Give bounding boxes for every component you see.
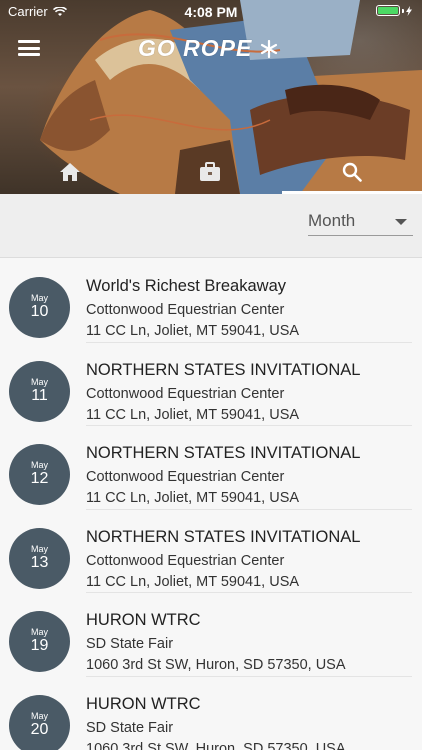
period-dropdown[interactable]: Month: [308, 210, 413, 236]
home-icon: [60, 163, 80, 181]
logo-text: GO ROPE: [138, 35, 253, 61]
clock: 4:08 PM: [184, 4, 238, 20]
hamburger-menu-icon[interactable]: [18, 40, 40, 56]
event-row[interactable]: May 11 NORTHERN STATES INVITATIONAL Cott…: [0, 343, 422, 427]
chevron-down-icon: [395, 219, 407, 225]
date-day: 19: [30, 637, 49, 654]
briefcase-icon: [200, 162, 220, 181]
status-bar: Carrier 4:08 PM: [0, 0, 422, 22]
event-title: World's Richest Breakaway: [86, 277, 286, 295]
date-day: 11: [31, 386, 48, 404]
date-day: 20: [30, 720, 49, 738]
tab-bar: [0, 150, 422, 194]
date-month: May: [30, 710, 48, 721]
event-row[interactable]: May 12 NORTHERN STATES INVITATIONAL Cott…: [0, 426, 422, 510]
event-row[interactable]: May 10 World's Richest Breakaway Cottonw…: [0, 259, 422, 343]
event-address: 11 CC Ln, Joliet, MT 59041, USA: [86, 406, 300, 423]
event-venue: SD State Fair: [86, 636, 174, 652]
event-venue: Cottonwood Equestrian Center: [86, 385, 285, 402]
date-badge: May 20: [9, 694, 70, 750]
event-title: HURON WTRC: [86, 611, 201, 629]
date-day: 10: [30, 303, 49, 320]
event-venue: Cottonwood Equestrian Center: [86, 469, 285, 485]
date-month: May: [30, 627, 48, 637]
app-logo: GO ROPE: [138, 35, 278, 62]
filter-bar: Month: [0, 194, 422, 258]
event-venue: Cottonwood Equestrian Center: [86, 552, 285, 569]
tab-events[interactable]: [185, 150, 235, 194]
date-month: May: [30, 543, 48, 554]
tab-search[interactable]: [282, 150, 422, 194]
date-day: 12: [30, 470, 49, 487]
date-badge: May 13: [9, 527, 70, 589]
date-badge: May 11: [9, 360, 70, 422]
date-month: May: [30, 376, 48, 387]
tab-home[interactable]: [45, 150, 95, 194]
date-month: May: [30, 293, 48, 303]
charging-bolt-icon: [406, 5, 412, 16]
star-icon: [260, 39, 277, 59]
event-address: 11 CC Ln, Joliet, MT 59041, USA: [86, 490, 300, 506]
header-banner: Carrier 4:08 PM GO ROPE: [0, 0, 422, 194]
period-dropdown-value: Month: [308, 211, 356, 230]
event-venue: SD State Fair: [86, 719, 174, 736]
event-address: 1060 3rd St SW, Huron, SD 57350, USA: [86, 657, 346, 673]
date-badge: May 19: [9, 611, 70, 672]
event-row[interactable]: May 13 NORTHERN STATES INVITATIONAL Cott…: [0, 510, 422, 594]
event-row[interactable]: May 19 HURON WTRC SD State Fair 1060 3rd…: [0, 593, 422, 677]
event-title: NORTHERN STATES INVITATIONAL: [86, 444, 361, 462]
event-title: NORTHERN STATES INVITATIONAL: [86, 360, 361, 379]
date-month: May: [30, 460, 48, 470]
event-list: May 10 World's Richest Breakaway Cottonw…: [0, 259, 422, 750]
event-row[interactable]: May 20 HURON WTRC SD State Fair 1060 3rd…: [0, 677, 422, 750]
event-address: 1060 3rd St SW, Huron, SD 57350, USA: [86, 740, 346, 750]
event-title: HURON WTRC: [86, 694, 201, 713]
date-badge: May 10: [9, 277, 70, 338]
event-address: 11 CC Ln, Joliet, MT 59041, USA: [86, 323, 300, 339]
event-title: NORTHERN STATES INVITATIONAL: [86, 527, 361, 546]
search-icon: [342, 162, 362, 182]
event-address: 11 CC Ln, Joliet, MT 59041, USA: [86, 573, 300, 590]
date-badge: May 12: [9, 444, 70, 505]
event-venue: Cottonwood Equestrian Center: [86, 302, 285, 318]
date-day: 13: [30, 553, 49, 571]
battery-icon: [376, 5, 412, 16]
